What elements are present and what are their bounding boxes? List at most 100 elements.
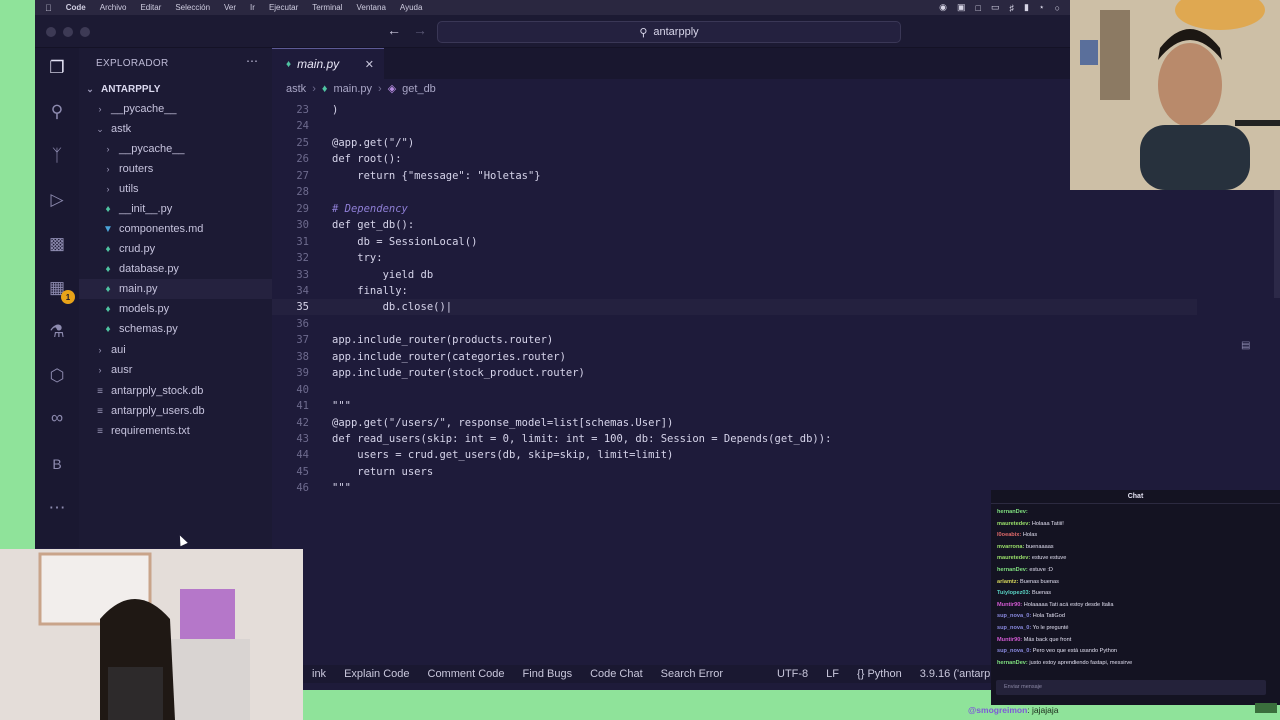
- tree-item[interactable]: ♦ crud.py: [103, 239, 155, 259]
- code-line[interactable]: 30 def get_db():: [272, 217, 1280, 233]
- workspace-root[interactable]: ⌄ ANTARPPLY: [85, 79, 160, 99]
- record-icon[interactable]: ◉: [939, 2, 947, 13]
- more-icon[interactable]: ⋯: [45, 496, 69, 520]
- status-eol[interactable]: LF: [817, 668, 848, 680]
- tree-item[interactable]: ♦ schemas.py: [103, 319, 177, 339]
- display-icon[interactable]: ▭: [991, 2, 1000, 13]
- chat-username[interactable]: hernanDev:: [997, 660, 1028, 666]
- menu-ver[interactable]: Ver: [224, 3, 236, 12]
- code-line[interactable]: 41 """: [272, 398, 1280, 414]
- tree-item[interactable]: › __pycache__: [95, 99, 177, 119]
- mongo-icon[interactable]: ∞: [45, 406, 69, 430]
- code-line[interactable]: 43 def read_users(skip: int = 0, limit: i…: [272, 431, 1280, 447]
- tree-item[interactable]: ♦ __init__.py: [103, 199, 172, 219]
- chat-send-button[interactable]: [1255, 703, 1277, 713]
- status-ai-link[interactable]: ink: [303, 668, 335, 680]
- menu-ventana[interactable]: Ventana: [357, 3, 386, 12]
- status-language[interactable]: {} Python: [848, 668, 911, 680]
- chat-username[interactable]: mauretedev:: [997, 521, 1030, 527]
- tree-item[interactable]: ≡ antarpply_users.db: [95, 401, 204, 421]
- code-line[interactable]: 33 yield db: [272, 267, 1280, 283]
- breadcrumb-folder[interactable]: astk: [286, 83, 306, 95]
- tree-item[interactable]: › ausr: [95, 360, 133, 380]
- command-center-search[interactable]: ⚲ antarpply: [437, 21, 901, 43]
- tree-item[interactable]: ≡ antarpply_stock.db: [95, 381, 203, 401]
- code-line[interactable]: 35 db.close()|: [272, 299, 1197, 316]
- code-line[interactable]: 45 return users: [272, 464, 1280, 480]
- breadcrumb-file[interactable]: main.py: [333, 83, 372, 95]
- code-line[interactable]: 39 app.include_router(stock_product.route…: [272, 365, 1280, 381]
- chat-username[interactable]: sup_nova_0:: [997, 625, 1031, 631]
- extensions-icon[interactable]: ▦ 1: [45, 276, 75, 304]
- docker-icon[interactable]: ⬡: [45, 364, 69, 388]
- more-actions-icon[interactable]: ⋯: [246, 54, 258, 68]
- chat-username[interactable]: Tuiylopez03:: [997, 590, 1030, 596]
- chat-username[interactable]: mvarrona:: [997, 544, 1024, 550]
- run-debug-icon[interactable]: ▷: [45, 188, 69, 212]
- tab-main-py[interactable]: ♦ main.py ✕: [272, 48, 384, 79]
- split-icon[interactable]: ▤: [1241, 340, 1250, 351]
- zoom-window-button[interactable]: [80, 27, 90, 37]
- code-line[interactable]: 37 app.include_router(products.router): [272, 332, 1280, 348]
- volume-icon[interactable]: ♯: [1009, 3, 1014, 13]
- testing-icon[interactable]: ⚗: [45, 320, 69, 344]
- tree-item[interactable]: ♦ models.py: [103, 299, 169, 319]
- status-comment-code[interactable]: Comment Code: [419, 668, 514, 680]
- tree-item[interactable]: › utils: [103, 179, 139, 199]
- tree-item[interactable]: ▼ componentes.md: [103, 219, 203, 239]
- status-code-chat[interactable]: Code Chat: [581, 668, 652, 680]
- status-encoding[interactable]: UTF-8: [768, 668, 817, 680]
- code-line[interactable]: 38 app.include_router(categories.router): [272, 349, 1280, 365]
- tree-item[interactable]: ♦ database.py: [103, 259, 179, 279]
- menu-ir[interactable]: Ir: [250, 3, 255, 12]
- wifi-icon[interactable]: ○: [1055, 3, 1060, 13]
- tree-item[interactable]: ⌄ astk: [95, 119, 131, 139]
- chat-username[interactable]: l0oeabix:: [997, 532, 1021, 538]
- status-find-bugs[interactable]: Find Bugs: [514, 668, 582, 680]
- chat-username[interactable]: mauretedev:: [997, 555, 1030, 561]
- close-window-button[interactable]: [46, 27, 56, 37]
- close-tab-icon[interactable]: ✕: [365, 58, 374, 71]
- source-control-icon[interactable]: ᛉ: [45, 144, 69, 168]
- bluetooth-icon[interactable]: ⋆: [1039, 2, 1045, 13]
- minimize-window-button[interactable]: [63, 27, 73, 37]
- tree-item-selected[interactable]: ♦ main.py: [79, 279, 272, 299]
- menu-editar[interactable]: Editar: [140, 3, 161, 12]
- code-line[interactable]: 34 finally:: [272, 283, 1280, 299]
- tree-item[interactable]: › aui: [95, 340, 126, 360]
- status-search-error[interactable]: Search Error: [652, 668, 732, 680]
- menu-ayuda[interactable]: Ayuda: [400, 3, 423, 12]
- b-extension-icon[interactable]: B: [45, 452, 69, 476]
- menu-seleccion[interactable]: Selección: [175, 3, 210, 12]
- code-line[interactable]: 40: [272, 382, 1280, 398]
- breadcrumb-symbol[interactable]: get_db: [402, 83, 436, 95]
- menu-terminal[interactable]: Terminal: [312, 3, 342, 12]
- code-line[interactable]: 36: [272, 316, 1280, 332]
- menu-archivo[interactable]: Archivo: [100, 3, 127, 12]
- remote-explorer-icon[interactable]: ▩: [45, 232, 69, 256]
- chat-username[interactable]: sup_nova_0:: [997, 648, 1031, 654]
- forward-arrow-icon[interactable]: →: [413, 22, 427, 38]
- code-line[interactable]: 42 @app.get("/users/", response_model=lis…: [272, 415, 1280, 431]
- apple-icon[interactable]: : [45, 3, 52, 13]
- tree-item[interactable]: › routers: [103, 159, 154, 179]
- code-line[interactable]: 44 users = crud.get_users(db, skip=skip,…: [272, 447, 1280, 463]
- tree-item[interactable]: › __pycache__: [103, 139, 185, 159]
- window-icon[interactable]: □: [976, 3, 981, 13]
- screen-icon[interactable]: ▣: [957, 2, 966, 13]
- chat-username[interactable]: sup_nova_0:: [997, 613, 1031, 619]
- chat-username[interactable]: hernanDev:: [997, 509, 1028, 515]
- code-line[interactable]: 31 db = SessionLocal(): [272, 234, 1280, 250]
- chat-username[interactable]: Muntir90:: [997, 602, 1022, 608]
- back-arrow-icon[interactable]: ←: [387, 22, 401, 38]
- menu-ejecutar[interactable]: Ejecutar: [269, 3, 298, 12]
- battery-icon[interactable]: ▮: [1024, 2, 1029, 13]
- chat-input[interactable]: Enviar mensaje: [996, 680, 1266, 695]
- chat-username[interactable]: Muntir90:: [997, 637, 1022, 643]
- chat-username[interactable]: hernanDev:: [997, 567, 1028, 573]
- files-icon[interactable]: ❐: [45, 56, 69, 80]
- status-explain-code[interactable]: Explain Code: [335, 668, 418, 680]
- tree-item[interactable]: ≡ requirements.txt: [95, 421, 190, 441]
- menu-code[interactable]: Code: [66, 3, 86, 12]
- search-icon[interactable]: ⚲: [45, 100, 69, 124]
